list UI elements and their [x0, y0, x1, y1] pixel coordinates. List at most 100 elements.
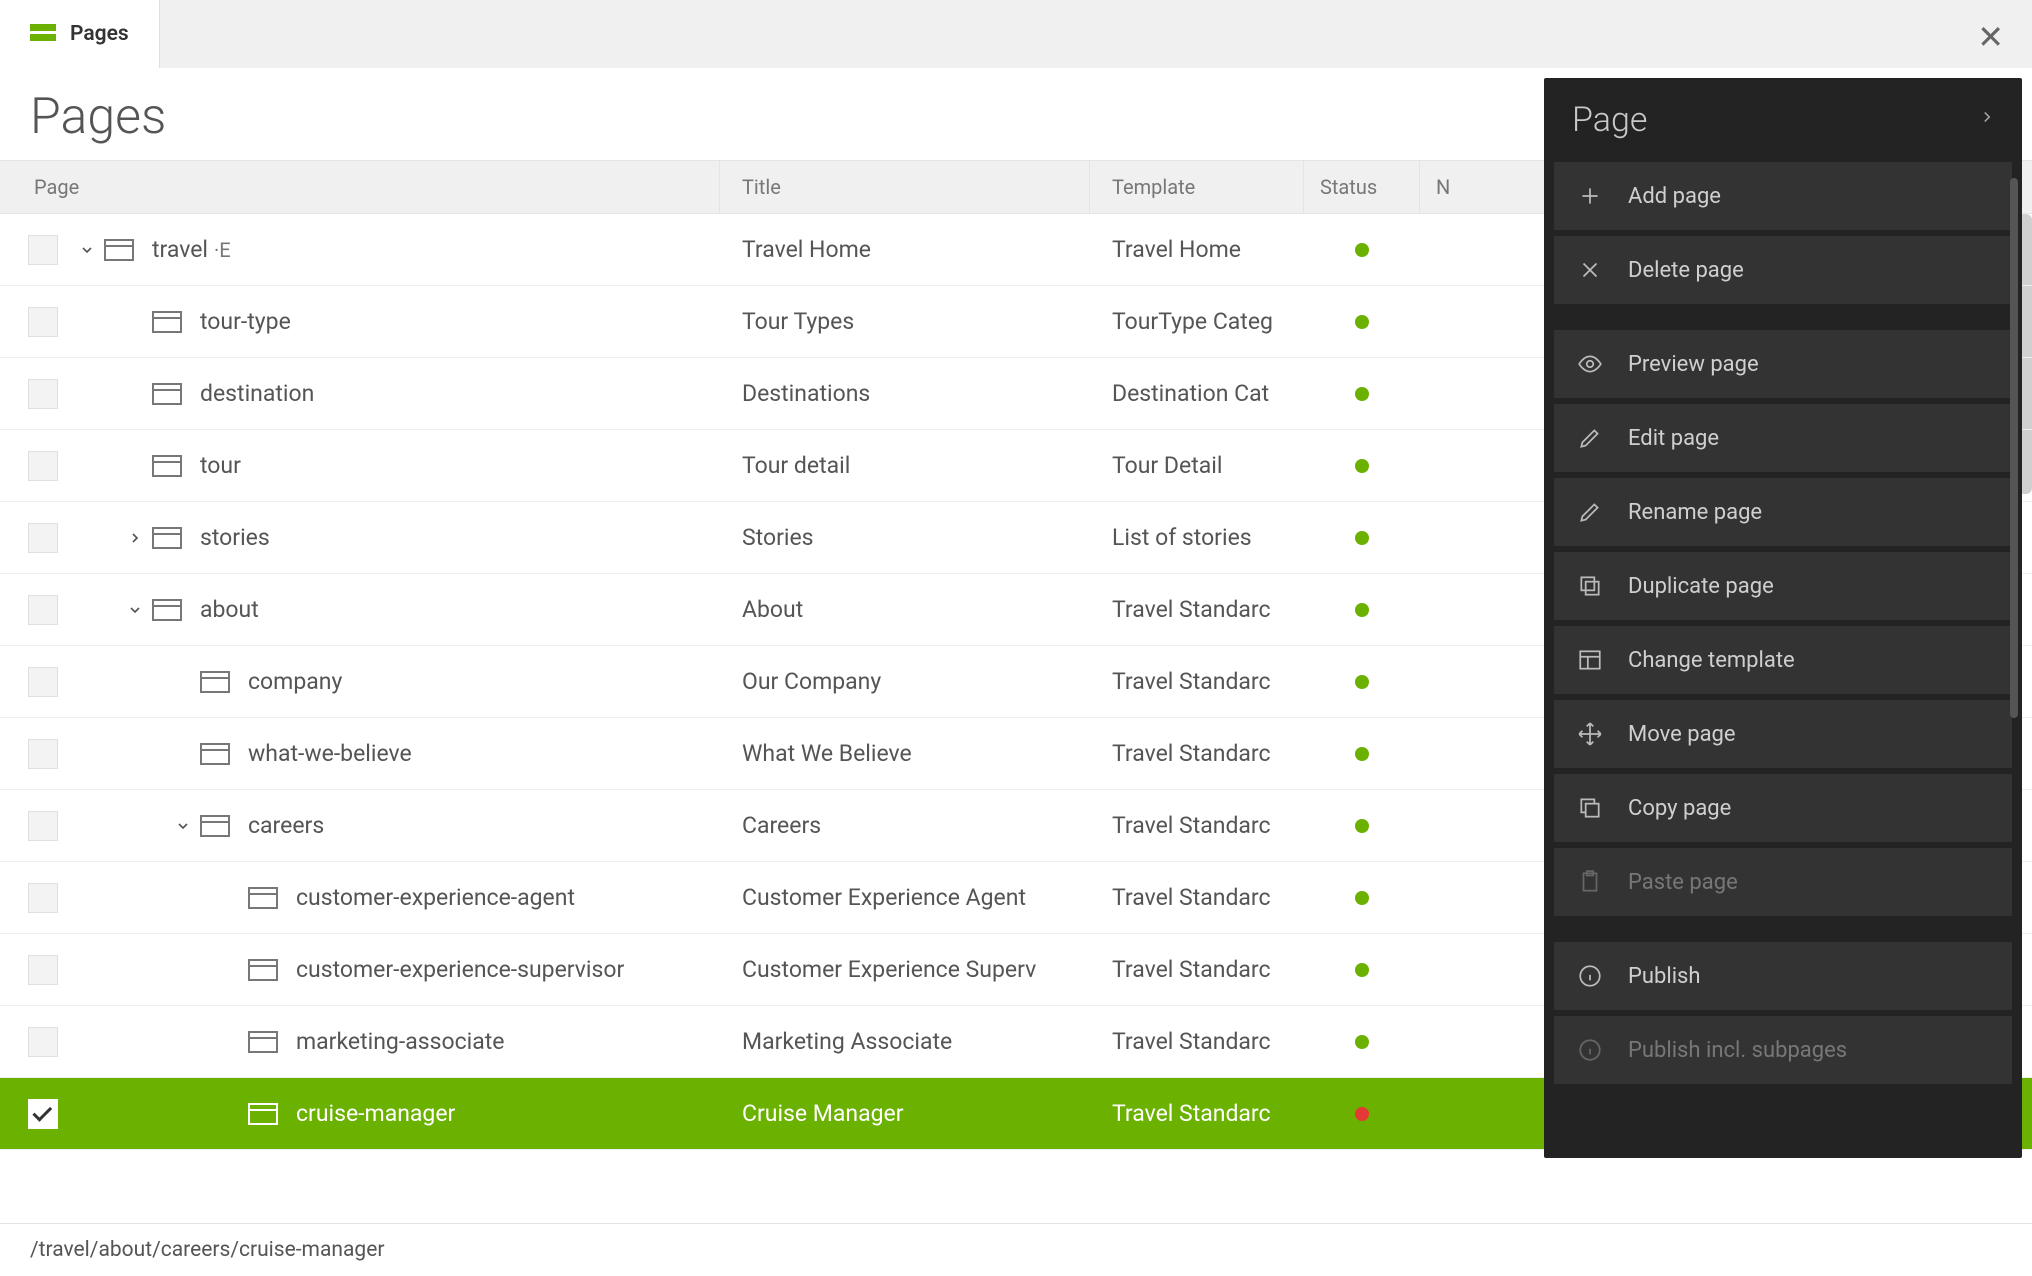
chevron-down-icon[interactable]: [78, 241, 96, 259]
action-label: Add page: [1628, 184, 1721, 209]
page-name: travel: [152, 236, 208, 263]
page-name: about: [200, 596, 259, 623]
info-icon: [1576, 1036, 1604, 1064]
action-copy-page[interactable]: Copy page: [1554, 774, 2012, 842]
page-name: company: [248, 668, 342, 695]
action-delete-page[interactable]: Delete page: [1554, 236, 2012, 304]
duplicate-icon: [1576, 572, 1604, 600]
paste-icon: [1576, 868, 1604, 896]
status-cell: [1304, 963, 1420, 977]
action-edit-page[interactable]: Edit page: [1554, 404, 2012, 472]
chevron-down-icon[interactable]: [126, 601, 144, 619]
page-name: destination: [200, 380, 314, 407]
panel-scrollbar[interactable]: [2010, 178, 2018, 718]
action-add-page[interactable]: Add page: [1554, 162, 2012, 230]
page-title-cell: Stories: [720, 524, 1090, 551]
row-checkbox[interactable]: [28, 235, 58, 265]
page-title-cell: Our Company: [720, 668, 1090, 695]
status-cell: [1304, 315, 1420, 329]
column-header-title[interactable]: Title: [720, 161, 1090, 213]
page-title-cell: Customer Experience Agent: [720, 884, 1090, 911]
row-checkbox[interactable]: [28, 1027, 58, 1057]
chevron-right-icon[interactable]: [1978, 108, 1996, 132]
status-cell: [1304, 675, 1420, 689]
row-checkbox[interactable]: [28, 523, 58, 553]
page-template-cell: Travel Standarc: [1090, 1028, 1304, 1055]
side-panel: Page Add pageDelete pagePreview pageEdit…: [1544, 78, 2022, 1158]
page-title-cell: Tour Types: [720, 308, 1090, 335]
action-preview-page[interactable]: Preview page: [1554, 330, 2012, 398]
page-template-cell: TourType Categ: [1090, 308, 1304, 335]
page-icon: [248, 1031, 278, 1053]
status-cell: [1304, 531, 1420, 545]
row-checkbox[interactable]: [28, 811, 58, 841]
pencil-icon: [1576, 424, 1604, 452]
page-title-cell: Marketing Associate: [720, 1028, 1090, 1055]
row-checkbox[interactable]: [28, 595, 58, 625]
page-name: marketing-associate: [296, 1028, 504, 1055]
page-icon: [248, 1103, 278, 1125]
action-duplicate-page[interactable]: Duplicate page: [1554, 552, 2012, 620]
copy-icon: [1576, 794, 1604, 822]
page-template-cell: Travel Standarc: [1090, 668, 1304, 695]
row-checkbox[interactable]: [28, 307, 58, 337]
action-publish[interactable]: Publish: [1554, 942, 2012, 1010]
chevron-down-icon[interactable]: [174, 817, 192, 835]
action-label: Publish incl. subpages: [1628, 1038, 1847, 1063]
pages-icon: [30, 24, 56, 44]
status-dot-icon: [1355, 675, 1369, 689]
status-dot-icon: [1355, 963, 1369, 977]
page-icon: [248, 959, 278, 981]
pencil-icon: [1576, 498, 1604, 526]
page-template-cell: Travel Standarc: [1090, 1100, 1304, 1127]
page-title-cell: Careers: [720, 812, 1090, 839]
row-checkbox[interactable]: [28, 955, 58, 985]
page-template-cell: Travel Standarc: [1090, 596, 1304, 623]
page-template-cell: Travel Standarc: [1090, 956, 1304, 983]
move-icon: [1576, 720, 1604, 748]
page-name: cruise-manager: [296, 1100, 455, 1127]
row-checkbox[interactable]: [28, 883, 58, 913]
status-dot-icon: [1355, 315, 1369, 329]
column-header-template[interactable]: Template: [1090, 161, 1304, 213]
action-label: Delete page: [1628, 258, 1744, 283]
page-name: careers: [248, 812, 324, 839]
page-template-cell: Travel Standarc: [1090, 740, 1304, 767]
page-name: customer-experience-agent: [296, 884, 575, 911]
status-dot-icon: [1355, 1035, 1369, 1049]
page-title-cell: What We Believe: [720, 740, 1090, 767]
template-icon: [1576, 646, 1604, 674]
status-dot-icon: [1355, 819, 1369, 833]
action-move-page[interactable]: Move page: [1554, 700, 2012, 768]
close-icon[interactable]: ✕: [1977, 18, 2004, 56]
action-paste-page: Paste page: [1554, 848, 2012, 916]
action-label: Edit page: [1628, 426, 1719, 451]
page-icon: [200, 743, 230, 765]
page-title-cell: Tour detail: [720, 452, 1090, 479]
column-header-status[interactable]: Status: [1304, 161, 1420, 213]
chevron-right-icon[interactable]: [126, 529, 144, 547]
column-header-page[interactable]: Page: [0, 161, 720, 213]
status-dot-icon: [1355, 603, 1369, 617]
row-checkbox[interactable]: [28, 1099, 58, 1129]
status-dot-icon: [1355, 243, 1369, 257]
action-publish-incl-subpages: Publish incl. subpages: [1554, 1016, 2012, 1084]
row-checkbox[interactable]: [28, 451, 58, 481]
status-cell: [1304, 243, 1420, 257]
row-checkbox[interactable]: [28, 379, 58, 409]
status-cell: [1304, 819, 1420, 833]
page-title-cell: Travel Home: [720, 236, 1090, 263]
action-rename-page[interactable]: Rename page: [1554, 478, 2012, 546]
row-checkbox[interactable]: [28, 667, 58, 697]
page-title: Pages: [30, 88, 166, 146]
page-template-cell: Travel Home: [1090, 236, 1304, 263]
page-name: what-we-believe: [248, 740, 412, 767]
status-cell: [1304, 387, 1420, 401]
status-dot-icon: [1355, 747, 1369, 761]
row-checkbox[interactable]: [28, 739, 58, 769]
page-name: customer-experience-supervisor: [296, 956, 624, 983]
page-icon: [152, 383, 182, 405]
tab-pages[interactable]: Pages: [0, 0, 160, 68]
x-icon: [1576, 256, 1604, 284]
action-change-template[interactable]: Change template: [1554, 626, 2012, 694]
